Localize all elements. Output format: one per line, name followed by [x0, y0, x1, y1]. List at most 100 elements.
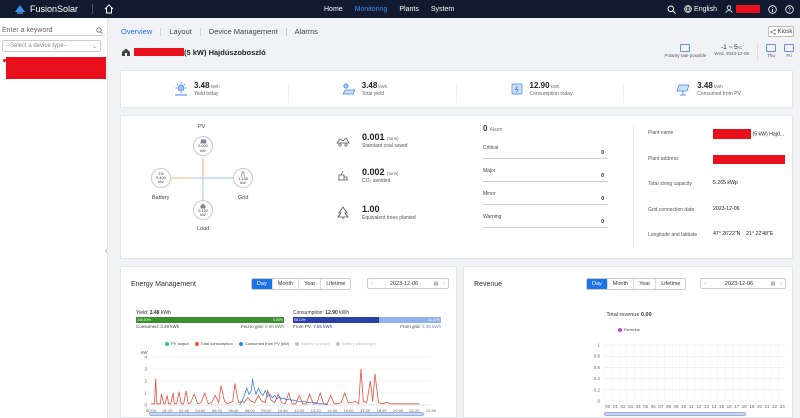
app-name: FusionSolar — [30, 4, 79, 14]
nav-system[interactable]: System — [431, 6, 454, 13]
x-tick-label: 22 — [772, 404, 778, 409]
y-tick-label: 4 — [144, 355, 147, 360]
battery-node[interactable]: 2% 0.400 kW — [151, 168, 171, 188]
revenue-title: Revenue — [474, 281, 503, 288]
total-yield-icon — [341, 82, 357, 96]
revenue-legend[interactable]: Revenue — [464, 327, 794, 332]
tab-layout[interactable]: Layout — [161, 27, 200, 36]
legend-battery-discharge[interactable]: Battery (discharge) — [335, 341, 376, 346]
app-logo[interactable]: FusionSolar — [14, 4, 78, 14]
plant-info-name: Plant name (5 kW) Hajd... — [648, 124, 788, 150]
nav-monitoring[interactable]: Monitoring — [355, 6, 388, 13]
alarm-row-name: Major — [483, 168, 496, 174]
plant-info-key: Total string capacity — [648, 181, 692, 187]
pv-node[interactable]: 0.000 kW — [193, 136, 213, 156]
legend-total-consumption[interactable]: Total consumption — [194, 341, 233, 346]
device-type-select[interactable]: --Select a device type-- ⌄ — [2, 40, 101, 52]
env-value: 0.001 — [362, 132, 385, 142]
period-year[interactable]: Year — [299, 279, 322, 289]
calendar-icon[interactable]: ▦ — [432, 281, 440, 287]
alarm-row-critical[interactable]: Critical 0 — [483, 145, 608, 168]
collapse-sidebar-icon[interactable]: ‹ — [102, 242, 110, 258]
kpi-value: 3.48 — [697, 81, 713, 90]
consumption-unit: kWh — [339, 310, 350, 316]
plant-name-redaction — [134, 48, 184, 56]
nav-home[interactable]: Home — [324, 6, 343, 13]
energy-period-tabs: Day Month Year Lifetime — [251, 278, 352, 290]
kpi-unit: kWh — [210, 84, 220, 89]
energy-chart-zoom-slider[interactable] — [149, 412, 424, 416]
prev-date-icon[interactable]: ‹ — [701, 281, 709, 287]
info-icon[interactable] — [768, 4, 777, 14]
period-month[interactable]: Month — [272, 279, 300, 289]
weather-temp: -1 ~ 5 — [720, 44, 738, 51]
kpi-label: Yield today — [194, 91, 219, 97]
revenue-date-picker[interactable]: ‹ 2023-12-06 ▦ › — [700, 278, 786, 289]
x-tick-label: 06 — [651, 404, 657, 409]
revenue-chart-zoom-slider[interactable] — [604, 412, 746, 416]
legend-label: Battery (charge) — [301, 341, 330, 346]
sidebar-search-input[interactable]: Enter a keyword — [0, 26, 105, 36]
pv-consumed-icon — [676, 82, 692, 96]
legend-battery-charge[interactable]: Battery (charge) — [295, 341, 330, 346]
period-lifetime[interactable]: Lifetime — [321, 279, 351, 289]
kpi-value: 3.48 — [361, 81, 378, 90]
kpi-total-yield: 3.48kWh Total yield — [289, 81, 457, 103]
nav-plants[interactable]: Plants — [399, 6, 418, 13]
y-tick-label: 0 — [144, 403, 147, 408]
topbar-actions: English ? — [667, 0, 794, 18]
prev-date-icon[interactable]: ‹ — [368, 281, 376, 287]
tab-overview[interactable]: Overview — [121, 27, 160, 36]
plant-info-value: 47° 26'22"N 21° 22'48"E — [713, 231, 774, 237]
x-tick-label: 13 — [704, 404, 710, 409]
period-lifetime[interactable]: Lifetime — [656, 279, 686, 289]
help-icon[interactable]: ? — [785, 4, 794, 14]
legend-label: Total consumption — [200, 341, 233, 346]
x-tick-label: 23 — [780, 404, 786, 409]
period-day[interactable]: Day — [587, 279, 608, 289]
kiosk-button[interactable]: Kiosk — [768, 26, 794, 37]
legend-label: PV output — [171, 341, 189, 346]
user-menu[interactable] — [725, 5, 760, 13]
period-day[interactable]: Day — [252, 279, 273, 289]
calendar-icon[interactable]: ▦ — [769, 281, 777, 287]
energy-date-picker[interactable]: ‹ 2023-12-06 ▦ › — [367, 278, 449, 289]
load-node[interactable]: 0.120 kW — [193, 200, 213, 220]
search-icon[interactable] — [667, 5, 676, 14]
next-date-icon[interactable]: › — [777, 281, 785, 287]
yield-fed-label: Fed to grid: — [240, 324, 264, 329]
grid-node[interactable]: 1.238 kW — [233, 168, 253, 188]
kpi-label: Consumption today — [529, 91, 573, 97]
tab-alarms[interactable]: Alarms — [287, 27, 326, 36]
alarm-row-major[interactable]: Major 0 — [483, 168, 608, 191]
legend-consumed-from-pv[interactable]: Consumed from PV (kW) — [238, 341, 290, 346]
language-selector[interactable]: English — [684, 5, 717, 13]
svg-text:?: ? — [788, 7, 791, 13]
plant-name-redaction — [6, 57, 106, 79]
weather-polarity: Polarity rate possible — [665, 44, 706, 58]
x-tick-label: 02 — [620, 404, 626, 409]
tab-device-management[interactable]: Device Management — [201, 27, 286, 36]
device-type-placeholder: --Select a device type-- — [6, 43, 68, 49]
alarm-label: Alarm — [489, 127, 503, 133]
next-date-icon[interactable]: › — [440, 281, 448, 287]
y-tick-label: 3 — [144, 367, 147, 372]
period-month[interactable]: Month — [607, 279, 635, 289]
legend-label: Consumed from PV (kW) — [244, 341, 290, 346]
home-icon[interactable] — [103, 3, 115, 15]
plant-tree-item[interactable] — [3, 57, 106, 79]
alarm-row-minor[interactable]: Minor 0 — [483, 191, 608, 214]
alarm-row-warning[interactable]: Warning 0 — [483, 214, 608, 237]
consumption-bar: 58.13% 41.87% — [293, 317, 441, 323]
legend-dot — [335, 341, 340, 346]
x-tick-label: 18 — [742, 404, 748, 409]
weather-day3: Fri — [786, 53, 792, 58]
search-icon[interactable] — [96, 27, 103, 34]
x-tick-label: 20 — [757, 404, 763, 409]
y-tick-label: 0.4 — [594, 376, 601, 381]
period-year[interactable]: Year — [634, 279, 657, 289]
legend-pv-output[interactable]: PV output — [165, 341, 189, 346]
share-icon — [769, 28, 776, 35]
load-label: Load — [197, 226, 210, 232]
legend-dot — [238, 341, 243, 346]
